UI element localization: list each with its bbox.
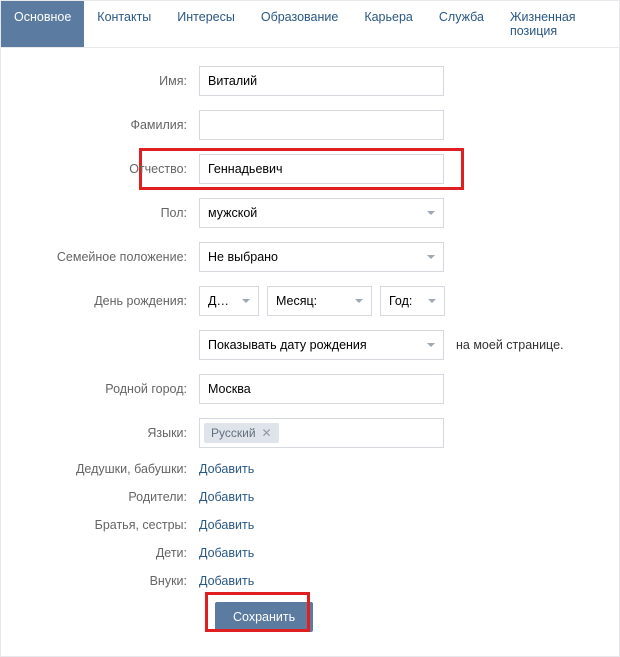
sex-value: мужской [208,206,427,220]
label-name: Имя: [17,74,199,88]
add-grandparents-link[interactable]: Добавить [199,462,254,476]
chevron-down-icon [428,299,436,303]
profile-form: Имя: Фамилия: Отчество: Пол: мужской [1,48,619,656]
save-button[interactable]: Сохранить [215,602,313,632]
languages-input[interactable]: Русский ✕ [199,418,444,448]
label-patronymic: Отчество: [17,162,199,176]
label-children: Дети: [17,546,199,560]
chevron-down-icon [242,299,250,303]
birth-month-select[interactable]: Месяц: [267,286,372,316]
birth-visibility-select[interactable]: Показывать дату рождения [199,330,444,360]
birth-day-value: Д… [208,294,242,308]
birth-day-select[interactable]: Д… [199,286,259,316]
birth-visibility-suffix: на моей странице. [444,338,564,352]
tabs-bar: Основное Контакты Интересы Образование К… [1,0,619,48]
add-siblings-link[interactable]: Добавить [199,518,254,532]
add-grandchildren-link[interactable]: Добавить [199,574,254,588]
label-grandchildren: Внуки: [17,574,199,588]
label-parents: Родители: [17,490,199,504]
tab-interests[interactable]: Интересы [164,1,248,47]
close-icon[interactable]: ✕ [262,426,272,440]
birth-visibility-value: Показывать дату рождения [208,338,427,352]
tab-military[interactable]: Служба [426,1,497,47]
tab-education[interactable]: Образование [248,1,351,47]
label-sex: Пол: [17,206,199,220]
chevron-down-icon [427,343,435,347]
patronymic-input[interactable] [199,154,444,184]
label-hometown: Родной город: [17,382,199,396]
marital-select[interactable]: Не выбрано [199,242,444,272]
name-input[interactable] [199,66,444,96]
birth-year-select[interactable]: Год: [380,286,445,316]
label-birthday: День рождения: [17,294,199,308]
label-marital: Семейное положение: [17,250,199,264]
label-surname: Фамилия: [17,118,199,132]
label-siblings: Братья, сестры: [17,518,199,532]
birth-month-value: Месяц: [276,294,355,308]
add-children-link[interactable]: Добавить [199,546,254,560]
chevron-down-icon [427,211,435,215]
marital-value: Не выбрано [208,250,427,264]
chevron-down-icon [355,299,363,303]
label-languages: Языки: [17,426,199,440]
chevron-down-icon [427,255,435,259]
tab-life[interactable]: Жизненная позиция [497,1,619,47]
tab-career[interactable]: Карьера [351,1,426,47]
birth-year-value: Год: [389,294,428,308]
tab-main[interactable]: Основное [1,1,84,47]
language-tag: Русский ✕ [204,423,279,443]
tab-contacts[interactable]: Контакты [84,1,164,47]
add-parents-link[interactable]: Добавить [199,490,254,504]
sex-select[interactable]: мужской [199,198,444,228]
surname-input[interactable] [199,110,444,140]
label-grandparents: Дедушки, бабушки: [17,462,199,476]
hometown-input[interactable] [199,374,444,404]
language-tag-label: Русский [211,426,256,440]
